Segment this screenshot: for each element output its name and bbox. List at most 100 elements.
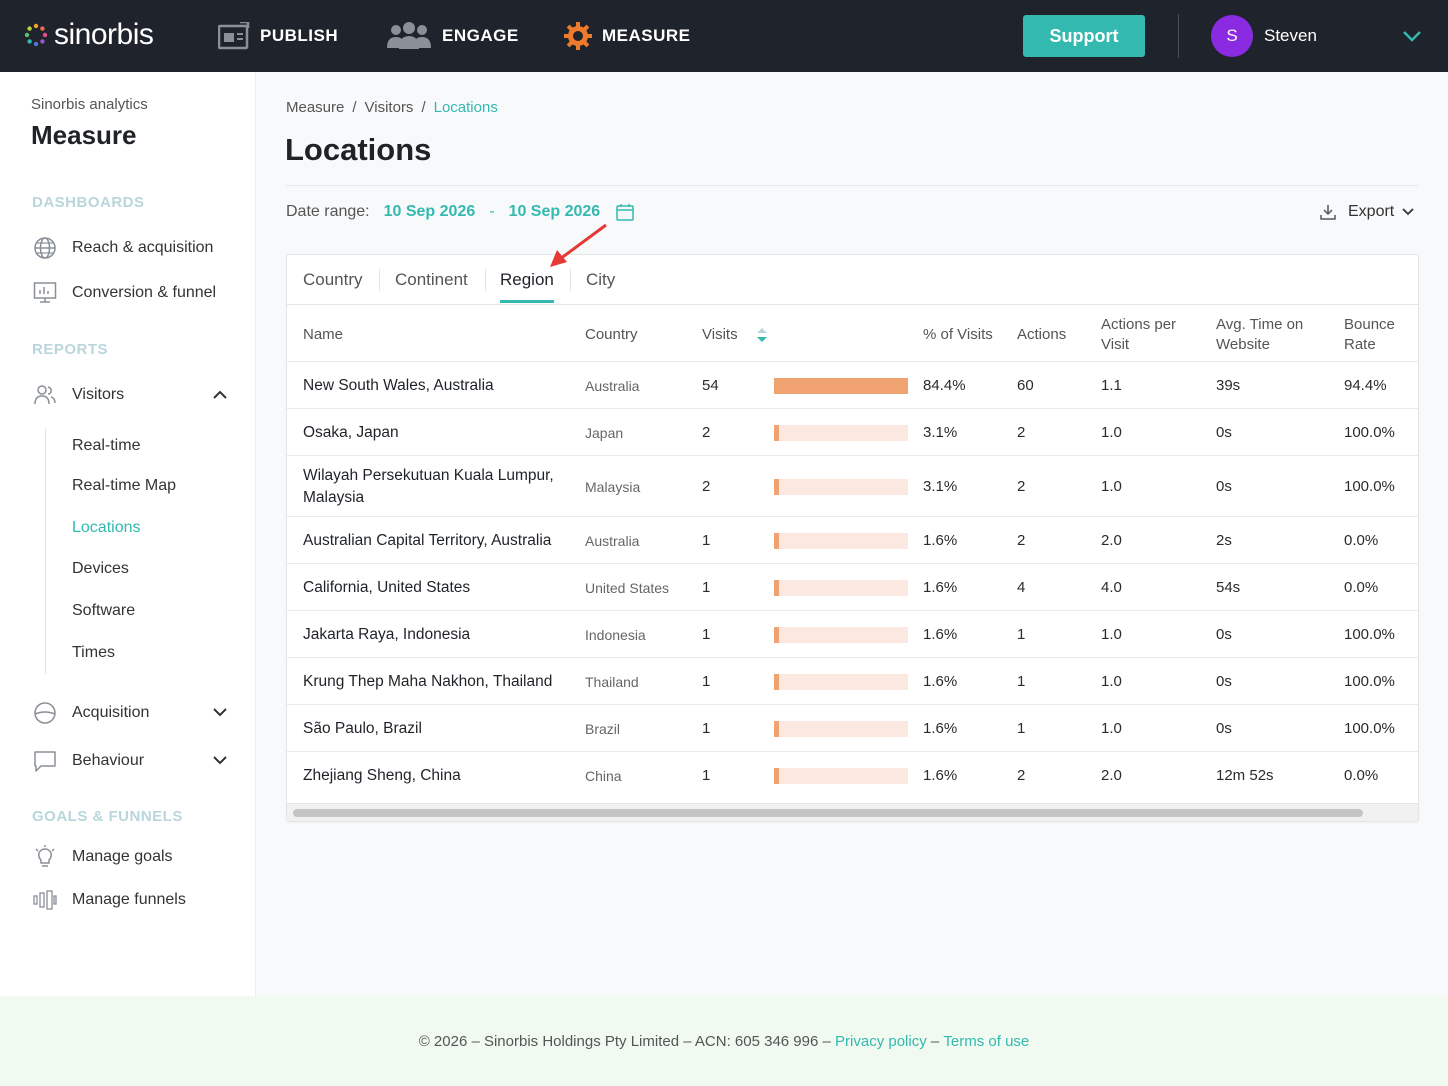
cell-bounce: 100.0% [1344, 672, 1395, 690]
col-header-visits[interactable]: Visits [702, 325, 738, 345]
sidebar-sub-realtime[interactable]: Real-time [72, 437, 140, 455]
acquisition-icon [34, 702, 56, 724]
acquisition-chevron-down-icon[interactable] [212, 706, 228, 718]
sidebar-item-conversion[interactable]: Conversion & funnel [32, 281, 216, 305]
terms-of-use-link[interactable]: Terms of use [943, 1033, 1029, 1050]
sidebar-item-behaviour[interactable]: Behaviour [32, 749, 144, 773]
visits-bar-track [774, 626, 908, 643]
cell-name: New South Wales, Australia [303, 376, 494, 394]
tab-region[interactable]: Region [500, 270, 554, 290]
breadcrumb-separator: / [352, 99, 357, 116]
col-header-bounce-rate[interactable]: Bounce Rate [1344, 315, 1395, 355]
tab-city[interactable]: City [586, 270, 615, 290]
cell-name: Zhejiang Sheng, China [303, 767, 461, 784]
visits-bar-track [774, 532, 908, 549]
brand-name: sinorbis [54, 18, 154, 51]
cell-country: Malaysia [585, 478, 641, 495]
visits-bar-fill [774, 532, 779, 549]
sidebar-item-reach[interactable]: Reach & acquisition [32, 236, 213, 260]
col-header-pct-visits[interactable]: % of Visits [923, 325, 993, 345]
cell-country: China [585, 768, 622, 784]
cell-visits: 1 [702, 719, 711, 737]
cell-actions: 1 [1017, 625, 1026, 643]
date-range-end[interactable]: 10 Sep 2026 [509, 203, 601, 221]
breadcrumb-measure[interactable]: Measure [286, 99, 344, 116]
cell-apv: 2.0 [1101, 531, 1122, 549]
table-row[interactable]: Australian Capital Territory, Australia A… [287, 516, 1418, 563]
sidebar-item-visitors[interactable]: Visitors [32, 383, 124, 407]
table-row[interactable]: Jakarta Raya, Indonesia Indonesia 1 1.6% 1 1.… [287, 610, 1418, 657]
table-row[interactable]: Zhejiang Sheng, China China 1 1.6% 2 2.0 12m 5… [287, 751, 1418, 799]
sidebar-sub-software[interactable]: Software [72, 602, 135, 620]
col-header-country[interactable]: Country [585, 325, 638, 345]
sidebar-sub-locations[interactable]: Locations [72, 519, 141, 537]
user-menu-chevron-down-icon[interactable] [1402, 28, 1422, 44]
footer: © 2026 – Sinorbis Holdings Pty Limited –… [0, 996, 1448, 1086]
sidebar-sub-realtime-map[interactable]: Real-time Map [72, 477, 176, 495]
cell-country: United States [585, 579, 670, 596]
date-range-start[interactable]: 10 Sep 2026 [384, 203, 476, 221]
cell-apv: 1.0 [1101, 423, 1122, 441]
cell-bounce: 100.0% [1344, 625, 1395, 643]
tab-divider [570, 269, 571, 291]
privacy-policy-link[interactable]: Privacy policy [835, 1033, 927, 1050]
calendar-icon[interactable] [616, 203, 634, 221]
visitors-tree-line [45, 428, 46, 674]
cell-name: Australian Capital Territory, Australia [303, 531, 552, 549]
nav-publish[interactable]: PUBLISH [218, 22, 338, 50]
horizontal-scrollbar[interactable] [287, 803, 1418, 821]
col-header-avg-time[interactable]: Avg. Time on Website [1216, 315, 1303, 355]
col-header-actions-per-visit[interactable]: Actions per Visit [1101, 315, 1176, 355]
sidebar-item-manage-funnels[interactable]: Manage funnels [32, 888, 186, 912]
table-row[interactable]: São Paulo, Brazil Brazil 1 1.6% 1 1.0 0s 100.0% [287, 704, 1418, 751]
table-row[interactable]: Krung Thep Maha Nakhon, Thailand Thailand… [287, 657, 1418, 704]
visits-bar-fill [774, 377, 908, 394]
main-content: Measure / Visitors / Locations Locations… [256, 72, 1448, 996]
tab-continent[interactable]: Continent [395, 270, 468, 290]
breadcrumb-visitors[interactable]: Visitors [365, 99, 414, 116]
cell-country: Australia [585, 377, 640, 394]
sidebar-sub-times[interactable]: Times [72, 644, 115, 662]
behaviour-chevron-down-icon[interactable] [212, 754, 228, 766]
cell-avg: 0s [1216, 672, 1232, 690]
cell-country: Indonesia [585, 626, 646, 643]
sort-icon[interactable] [756, 327, 768, 343]
cell-actions: 2 [1017, 767, 1026, 784]
title-divider [286, 185, 1418, 186]
cell-name: Osaka, Japan [303, 423, 399, 441]
table-row[interactable]: California, United States United States 1 1… [287, 563, 1418, 610]
footer-copyright: © 2026 – Sinorbis Holdings Pty Limited –… [418, 1032, 831, 1050]
user-name[interactable]: Steven [1264, 26, 1317, 46]
nav-measure-label: MEASURE [602, 26, 691, 45]
support-button[interactable]: Support [1023, 15, 1145, 57]
sidebar-sub-devices[interactable]: Devices [72, 560, 129, 578]
date-range-label: Date range: [286, 203, 370, 220]
cell-apv: 1.0 [1101, 719, 1122, 737]
col-header-actions[interactable]: Actions [1017, 325, 1066, 345]
col-header-bounce-rate-line1: Bounce [1344, 316, 1395, 333]
visitors-chevron-up-icon[interactable] [212, 389, 228, 401]
sidebar-item-acquisition[interactable]: Acquisition [32, 701, 149, 725]
brand-logo[interactable]: sinorbis [24, 18, 154, 52]
visits-bar-fill [774, 478, 779, 495]
export-label: Export [1348, 203, 1395, 220]
nav-engage[interactable]: ENGAGE [386, 22, 519, 50]
scrollbar-thumb[interactable] [293, 809, 1363, 817]
export-button[interactable]: Export [1320, 203, 1414, 221]
table-row[interactable]: New South Wales, Australia Australia 54 84.… [287, 361, 1418, 408]
sidebar-item-visitors-label: Visitors [72, 386, 125, 403]
user-avatar[interactable]: S [1211, 15, 1253, 57]
cell-visits: 1 [702, 672, 711, 690]
table-row[interactable]: Osaka, Japan Japan 2 3.1% 2 1.0 0s 100.0% [287, 408, 1418, 455]
tab-divider [379, 269, 380, 291]
tab-country[interactable]: Country [303, 270, 363, 290]
sinorbis-logo-icon [24, 23, 48, 47]
sidebar-item-manage-goals-label: Manage goals [72, 848, 173, 865]
sidebar-item-manage-goals[interactable]: Manage goals [32, 845, 173, 869]
col-header-name[interactable]: Name [303, 325, 343, 345]
visits-bar-track [774, 478, 908, 495]
active-tab-indicator [500, 300, 554, 303]
nav-measure[interactable]: MEASURE [564, 22, 691, 50]
visits-bar-fill [774, 673, 779, 690]
table-row[interactable]: Wilayah Persekutuan Kuala Lumpur, Malays… [287, 455, 1418, 516]
